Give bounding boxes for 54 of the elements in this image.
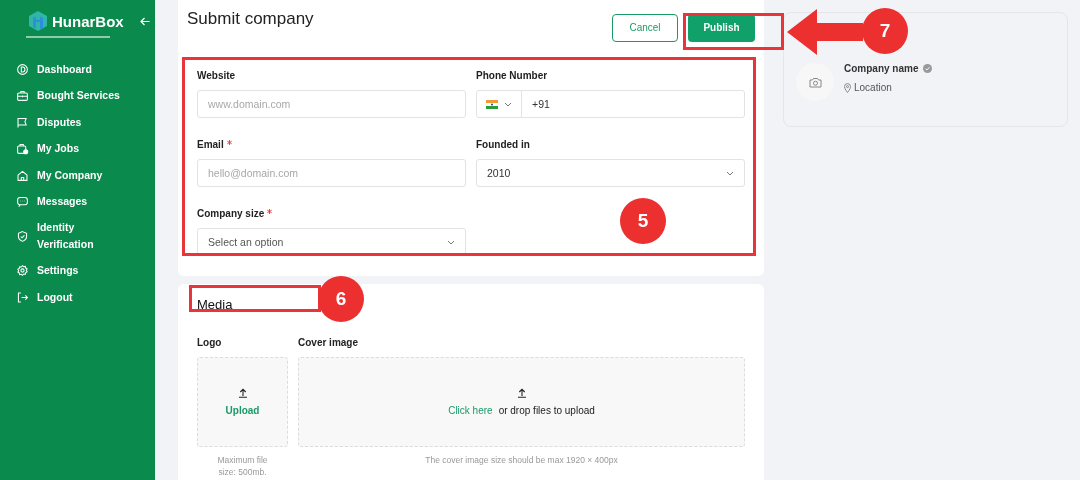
- field-label: Email: [197, 139, 224, 150]
- brand-name: HunarBox: [52, 12, 124, 30]
- sidebar-item[interactable]: My Company: [0, 166, 155, 184]
- hint-text: Maximum file size: 500mb.: [216, 454, 269, 478]
- text-field[interactable]: www.domain.com: [197, 90, 466, 118]
- sidebar-item[interactable]: Identity Verification: [0, 219, 155, 253]
- back-arrow-icon[interactable]: [139, 16, 150, 26]
- verified-icon: [923, 64, 933, 73]
- arrow-icon: [787, 9, 863, 55]
- field-label: Phone Number: [476, 70, 548, 81]
- gear-icon: [16, 264, 29, 277]
- text-field[interactable]: hello@domain.com: [197, 159, 466, 187]
- logout-icon: [16, 290, 29, 304]
- select-field[interactable]: Select an option: [197, 228, 466, 256]
- drop-text: or drop files to upload: [498, 405, 595, 416]
- upload-icon: [516, 388, 527, 398]
- sidebar-item[interactable]: Dashboard: [0, 60, 155, 78]
- sidebar-item[interactable]: My Jobs: [0, 139, 155, 158]
- sidebar-item[interactable]: Disputes: [0, 113, 155, 131]
- select-field[interactable]: 2010: [476, 159, 745, 187]
- logo-icon: [28, 10, 48, 32]
- cancel-button[interactable]: Cancel: [612, 13, 678, 42]
- jobs-icon: [16, 142, 29, 155]
- flag-icon: [486, 99, 498, 109]
- flag-icon: [16, 115, 29, 129]
- hint-text: The cover image size should be max 1920 × 400px: [424, 454, 619, 466]
- field-label: Logo: [197, 337, 223, 348]
- field-label: Website: [197, 70, 236, 81]
- chevron-down-icon: [504, 101, 512, 107]
- location-text: Location: [854, 82, 892, 93]
- logo-upload-area[interactable]: Upload: [197, 357, 288, 447]
- chat-icon: [16, 195, 29, 208]
- chevron-down-icon: [447, 239, 455, 245]
- dashboard-icon: [16, 62, 29, 76]
- sidebar-item[interactable]: Settings: [0, 261, 155, 280]
- field-label: Cover image: [298, 337, 360, 348]
- sidebar-item[interactable]: Bought Services: [0, 86, 155, 105]
- step-badge: 6: [318, 276, 364, 322]
- shield-icon: [16, 229, 29, 243]
- field-label: Company size: [197, 208, 265, 219]
- upload-icon: [237, 388, 248, 398]
- sidebar-item[interactable]: Logout: [0, 288, 155, 306]
- field-label: Founded in: [476, 139, 530, 150]
- phone-field[interactable]: +91: [476, 90, 745, 118]
- chevron-down-icon: [726, 170, 734, 176]
- section-title: Media: [197, 297, 233, 312]
- camera-icon: [808, 76, 822, 88]
- briefcase-icon: [16, 89, 29, 102]
- page-title: Submit company: [187, 8, 314, 29]
- sidebar-item[interactable]: Messages: [0, 192, 155, 211]
- company-name: Company name: [844, 63, 919, 74]
- click-here-link[interactable]: Click here: [448, 405, 493, 416]
- location-pin-icon: [844, 82, 851, 93]
- home-icon: [16, 168, 29, 182]
